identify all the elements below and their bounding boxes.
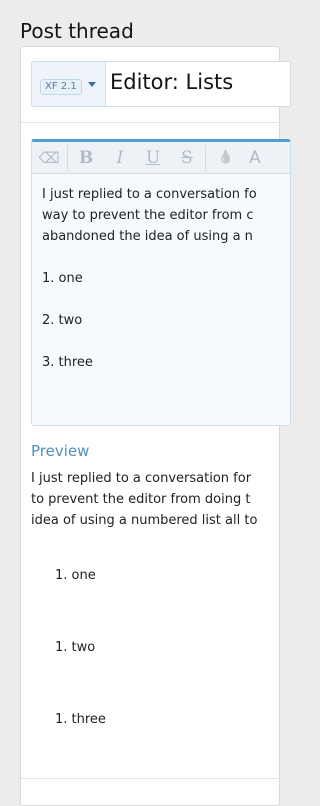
editor-list-item: 1. one	[42, 271, 83, 286]
section-divider	[21, 778, 281, 779]
thread-form-panel: XF 2.1 ⌫ B I U S 💧 A I just replied to a…	[20, 46, 291, 806]
preview-heading: Preview	[31, 442, 90, 460]
color-drop-icon[interactable]: 💧	[215, 147, 237, 169]
thread-title-input[interactable]	[110, 70, 290, 94]
strikethrough-icon[interactable]: S	[176, 147, 198, 169]
font-size-icon[interactable]: A	[244, 147, 266, 169]
toolbar-separator	[205, 145, 206, 171]
prefix-badge[interactable]: XF 2.1	[40, 79, 82, 95]
preview-text-line: I just replied to a conversation for	[31, 471, 252, 486]
page-title: Post thread	[20, 19, 134, 44]
message-editor[interactable]: ⌫ B I U S 💧 A I just replied to a conver…	[31, 139, 291, 426]
bold-icon[interactable]: B	[75, 147, 97, 169]
preview-list-item: 1. three	[55, 712, 106, 727]
preview-text-line: idea of using a numbered list all to	[31, 513, 258, 528]
editor-list-item: 3. three	[42, 355, 93, 370]
preview-content: I just replied to a conversation for to …	[31, 468, 291, 531]
preview-list-item: 1. one	[55, 568, 96, 583]
editor-list-item: 2. two	[42, 313, 83, 328]
underline-icon[interactable]: U	[142, 147, 164, 169]
preview-list-item: 1. two	[55, 640, 96, 655]
preview-text-line: to prevent the editor from doing t	[31, 492, 251, 507]
editor-toolbar: ⌫ B I U S 💧 A	[32, 142, 290, 174]
editor-text-line: I just replied to a conversation fo	[42, 187, 257, 202]
italic-icon[interactable]: I	[109, 147, 131, 169]
editor-text-line: abandoned the idea of using a n	[42, 229, 253, 244]
prefix-selector[interactable]: XF 2.1	[32, 62, 106, 106]
editor-content[interactable]: I just replied to a conversation fo way …	[42, 184, 282, 373]
eraser-icon[interactable]: ⌫	[38, 147, 60, 169]
toolbar-separator	[67, 145, 68, 171]
thread-title-row: XF 2.1	[31, 61, 291, 107]
section-divider	[21, 122, 281, 123]
editor-text-line: way to prevent the editor from c	[42, 208, 254, 223]
chevron-down-icon[interactable]	[88, 82, 96, 87]
